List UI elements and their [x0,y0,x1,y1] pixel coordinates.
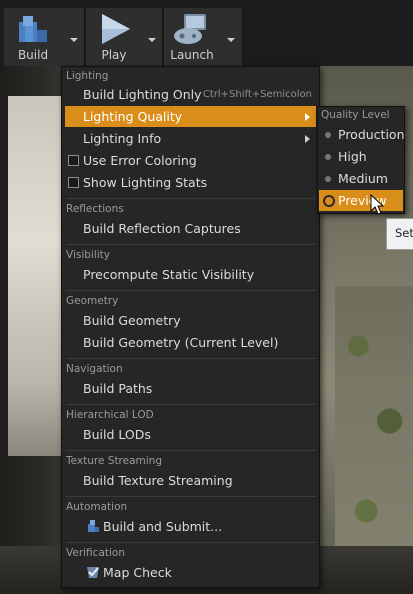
menu-item-use-error-coloring[interactable]: Use Error Coloring [65,150,316,171]
section-header-geometry: Geometry [66,295,119,307]
tooltip-text: Set [395,226,413,240]
section-header-verification: Verification [66,547,125,559]
play-group: Play [86,8,163,66]
menu-separator [66,198,316,199]
quality-option-label: High [338,149,367,164]
menu-separator [66,244,316,245]
submenu-header: Quality Level [321,109,390,121]
section-header-lighting: Lighting [66,70,109,82]
quality-option-label: Production [338,127,405,142]
launch-group: Launch [164,8,243,66]
section-header-visibility: Visibility [66,249,111,261]
menu-item-label: Use Error Coloring [83,153,197,168]
mouse-cursor-icon [370,194,385,215]
menu-item-build-lods[interactable]: Build LODs [65,424,316,445]
section-header-texture-streaming: Texture Streaming [66,455,163,467]
menu-item-label: Build Geometry [83,313,181,328]
menu-item-build-geometry-current-level[interactable]: Build Geometry (Current Level) [65,332,316,353]
radio-selected-icon [323,195,335,207]
section-header-reflections: Reflections [66,203,124,215]
menu-item-label: Lighting Quality [83,109,183,124]
radio-dot-icon [325,132,331,138]
menu-item-build-texture-streaming[interactable]: Build Texture Streaming [65,470,316,491]
menu-item-map-check[interactable]: Map Check [65,562,316,583]
build-dropdown-menu: Lighting Build Lighting Only Ctrl+Shift+… [61,66,320,588]
section-header-automation: Automation [66,501,128,513]
section-header-hierarchical-lod: Hierarchical LOD [66,409,154,421]
menu-item-label: Map Check [103,565,172,580]
menu-item-label: Build and Submit... [103,519,223,534]
build-label: Build [17,48,49,62]
tooltip: Set [386,218,413,250]
main-toolbar: Build Play Launch [0,0,413,66]
quality-option-label: Medium [338,171,388,186]
section-header-navigation: Navigation [66,363,123,375]
build-button[interactable]: Build [4,8,62,66]
quality-option-high[interactable]: High [319,146,403,167]
submenu-arrow-icon [305,113,310,121]
play-button[interactable]: Play [86,8,142,66]
lighting-quality-submenu: Quality Level Production High Medium Pre… [317,106,405,214]
quality-option-preview[interactable]: Preview [319,190,403,211]
menu-item-shortcut: Ctrl+Shift+Semicolon [202,89,312,100]
gamepad-icon [174,14,206,44]
menu-item-label: Build Paths [83,381,153,396]
menu-item-label: Build LODs [83,427,151,442]
checkbox-icon[interactable] [68,155,79,166]
menu-item-build-reflection-captures[interactable]: Build Reflection Captures [65,218,316,239]
menu-item-show-lighting-stats[interactable]: Show Lighting Stats [65,172,316,193]
menu-item-build-and-submit[interactable]: Build and Submit... [65,516,316,537]
menu-item-build-lighting-only[interactable]: Build Lighting Only Ctrl+Shift+Semicolon [65,84,316,105]
menu-item-label: Show Lighting Stats [83,175,208,190]
menu-item-build-paths[interactable]: Build Paths [65,378,316,399]
map-check-icon [87,567,99,578]
viewport-ivy [335,286,413,586]
menu-separator [66,404,316,405]
menu-separator [66,496,316,497]
menu-item-label: Build Geometry (Current Level) [83,335,279,350]
menu-item-label: Build Lighting Only [83,87,202,102]
menu-item-precompute-static-visibility[interactable]: Precompute Static Visibility [65,264,316,285]
build-group: Build [4,8,85,66]
menu-item-label: Precompute Static Visibility [83,267,255,282]
menu-item-lighting-info[interactable]: Lighting Info [65,128,316,149]
menu-item-lighting-quality[interactable]: Lighting Quality [65,106,316,127]
launch-dropdown-arrow[interactable] [227,38,235,42]
build-icon [19,16,47,42]
menu-separator [66,290,316,291]
submenu-arrow-icon [305,135,310,143]
menu-separator [66,542,316,543]
menu-separator [66,358,316,359]
play-dropdown-arrow[interactable] [148,38,156,42]
launch-button[interactable]: Launch [164,8,220,66]
viewport-sky [8,96,66,456]
radio-dot-icon [325,154,331,160]
quality-option-medium[interactable]: Medium [319,168,403,189]
menu-separator [66,450,316,451]
build-dropdown-arrow[interactable] [70,38,78,42]
quality-option-production[interactable]: Production [319,124,405,145]
menu-item-label: Build Texture Streaming [83,473,233,488]
radio-dot-icon [325,176,331,182]
build-submit-icon [88,520,99,532]
play-label: Play [101,48,127,62]
checkbox-icon[interactable] [68,177,79,188]
menu-item-build-geometry[interactable]: Build Geometry [65,310,316,331]
launch-label: Launch [170,48,214,62]
menu-item-label: Lighting Info [83,131,162,146]
play-icon [102,14,130,44]
menu-item-label: Build Reflection Captures [83,221,241,236]
